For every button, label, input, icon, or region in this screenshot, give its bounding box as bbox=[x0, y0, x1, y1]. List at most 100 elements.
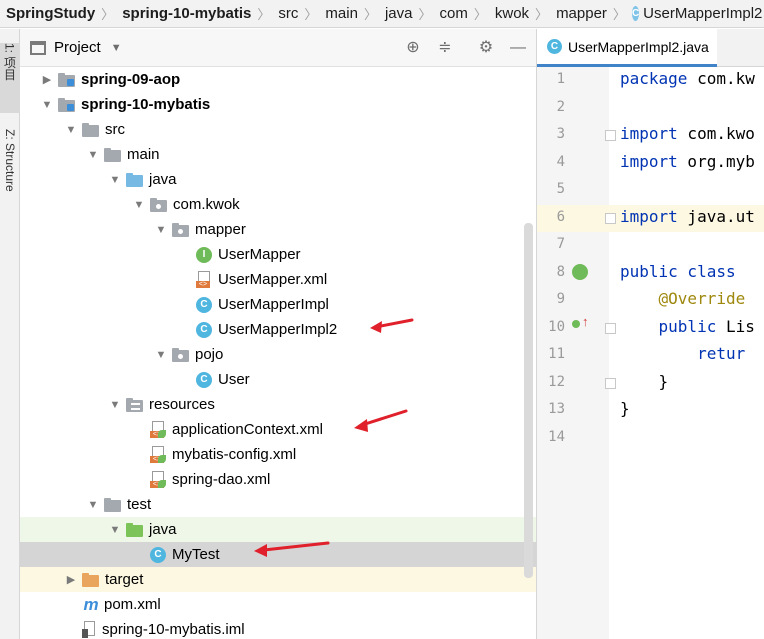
chevron-down-icon[interactable]: ▼ bbox=[154, 349, 168, 361]
override-arrow-icon: ↑ bbox=[582, 314, 589, 329]
code-line[interactable]: public class bbox=[620, 262, 745, 281]
tree-item[interactable]: <> applicationContext.xml bbox=[20, 417, 536, 442]
tree-item[interactable]: ▼ mapper bbox=[20, 217, 536, 242]
code-line[interactable]: import java.ut bbox=[620, 207, 755, 226]
breadcrumb-item[interactable]: UserMapperImpl2 bbox=[641, 5, 764, 22]
package-icon bbox=[172, 222, 190, 238]
breadcrumb-separator-icon: 〉 bbox=[473, 7, 487, 22]
tree-item[interactable]: <> mybatis-config.xml bbox=[20, 442, 536, 467]
breadcrumb-item[interactable]: java bbox=[379, 5, 417, 22]
code-line[interactable]: public Lis bbox=[620, 317, 755, 336]
line-number: 10 bbox=[548, 318, 565, 335]
tree-item[interactable]: ▼ java bbox=[20, 167, 536, 192]
chevron-down-icon[interactable]: ▼ bbox=[108, 174, 122, 186]
tree-item[interactable]: ▶ target bbox=[20, 567, 536, 592]
structure-tool-tab[interactable]: Z: Structure bbox=[0, 129, 20, 239]
maven-icon: m bbox=[83, 594, 99, 614]
fold-marker-icon[interactable] bbox=[605, 377, 616, 389]
line-number: 4 bbox=[556, 153, 565, 170]
tree-item-label: com.kwok bbox=[173, 196, 240, 213]
line-number: 11 bbox=[548, 346, 565, 362]
hide-panel-icon[interactable]: — bbox=[508, 38, 528, 58]
tree-item[interactable]: I UserMapper bbox=[20, 242, 536, 267]
tree-item-label: spring-dao.xml bbox=[172, 471, 271, 488]
breadcrumb-item[interactable]: main bbox=[319, 5, 362, 22]
breadcrumb-separator-icon: 〉 bbox=[304, 7, 318, 22]
fold-marker-icon[interactable] bbox=[605, 130, 616, 141]
tree-item[interactable]: ▼ spring-10-mybatis bbox=[20, 92, 536, 117]
chevron-right-icon[interactable]: ▶ bbox=[64, 573, 78, 586]
chevron-down-icon[interactable]: ▼ bbox=[40, 99, 54, 111]
chevron-down-icon[interactable]: ▼ bbox=[132, 199, 146, 211]
breadcrumb-separator-icon: 〉 bbox=[535, 7, 549, 22]
tool-window-strip: 1: 项目 Z: Structure bbox=[0, 29, 20, 639]
implementation-marker-icon[interactable] bbox=[572, 264, 588, 280]
line-number: 8 bbox=[556, 263, 565, 280]
breadcrumb-item[interactable]: SpringStudy bbox=[0, 5, 99, 22]
package-icon bbox=[172, 347, 190, 363]
tree-item-label: UserMapperImpl bbox=[218, 296, 329, 313]
tree-item[interactable]: C UserMapperImpl2 bbox=[20, 317, 536, 342]
breadcrumb-separator-icon: 〉 bbox=[101, 7, 115, 22]
tree-item[interactable]: ▼ resources bbox=[20, 392, 536, 417]
code-line[interactable]: import com.kwo bbox=[620, 124, 755, 143]
tree-item-label: main bbox=[127, 146, 160, 163]
tree-item[interactable]: spring-10-mybatis.iml bbox=[20, 617, 536, 639]
tree-item-label: mybatis-config.xml bbox=[172, 446, 297, 463]
line-number: 5 bbox=[556, 181, 565, 197]
code-line[interactable]: retur bbox=[620, 344, 745, 363]
breadcrumb-item[interactable]: com bbox=[434, 5, 472, 22]
breadcrumb-item[interactable]: spring-10-mybatis bbox=[116, 5, 255, 22]
tree-item-label: UserMapper bbox=[218, 246, 301, 263]
tree-item[interactable]: <> UserMapper.xml bbox=[20, 267, 536, 292]
chevron-down-icon[interactable]: ▼ bbox=[111, 42, 122, 54]
breadcrumb-item[interactable]: mapper bbox=[550, 5, 611, 22]
tree-item[interactable]: ▼ main bbox=[20, 142, 536, 167]
code-line[interactable]: } bbox=[620, 399, 630, 418]
breadcrumb-item[interactable]: kwok bbox=[489, 5, 533, 22]
project-panel-title[interactable]: Project bbox=[54, 39, 101, 56]
tree-item[interactable]: <> spring-dao.xml bbox=[20, 467, 536, 492]
fold-marker-icon[interactable] bbox=[605, 322, 616, 334]
tree-item-label: spring-10-mybatis bbox=[81, 96, 211, 113]
breadcrumb: SpringStudy 〉 spring-10-mybatis 〉 src 〉 main 〉 j… bbox=[0, 0, 764, 28]
breadcrumb-separator-icon: 〉 bbox=[363, 7, 377, 22]
locate-icon[interactable]: ⊕ bbox=[403, 38, 423, 58]
annotation-arrow-3 bbox=[254, 541, 330, 557]
breadcrumb-item[interactable]: src bbox=[272, 5, 302, 22]
gear-icon[interactable]: ⚙ bbox=[476, 38, 496, 58]
editor-tab-usermapperimpl2[interactable]: C UserMapperImpl2.java bbox=[537, 29, 717, 67]
source-folder-icon bbox=[126, 172, 144, 188]
chevron-down-icon[interactable]: ▼ bbox=[108, 399, 122, 411]
project-tool-tab[interactable]: 1: 项目 bbox=[0, 43, 20, 113]
tree-item[interactable]: C User bbox=[20, 367, 536, 392]
tree-item-label: mapper bbox=[195, 221, 246, 238]
tree-item[interactable]: ▼ src bbox=[20, 117, 536, 142]
chevron-down-icon[interactable]: ▼ bbox=[86, 149, 100, 161]
chevron-down-icon[interactable]: ▼ bbox=[64, 124, 78, 136]
tree-item[interactable]: C UserMapperImpl bbox=[20, 292, 536, 317]
code-line[interactable]: import org.myb bbox=[620, 152, 755, 171]
module-folder-icon bbox=[58, 97, 76, 113]
tree-item[interactable]: m pom.xml bbox=[20, 592, 536, 617]
collapse-all-icon[interactable]: ≑ bbox=[435, 38, 455, 58]
code-line[interactable]: @Override bbox=[620, 289, 746, 308]
tree-item[interactable]: ▶ spring-09-aop bbox=[20, 67, 536, 92]
override-marker-icon[interactable] bbox=[572, 320, 580, 328]
code-line[interactable]: package com.kw bbox=[620, 69, 755, 88]
chevron-down-icon[interactable]: ▼ bbox=[86, 499, 100, 511]
chevron-right-icon[interactable]: ▶ bbox=[40, 73, 54, 86]
code-line[interactable]: } bbox=[620, 372, 669, 391]
resources-folder-icon bbox=[126, 397, 144, 413]
tree-item-label: pojo bbox=[195, 346, 224, 363]
line-number: 12 bbox=[548, 373, 565, 390]
chevron-down-icon[interactable]: ▼ bbox=[154, 224, 168, 236]
tree-scrollbar[interactable] bbox=[524, 223, 533, 578]
structure-tool-tab-label: Z: Structure bbox=[3, 129, 17, 192]
chevron-down-icon[interactable]: ▼ bbox=[108, 524, 122, 536]
tree-item[interactable]: ▼ pojo bbox=[20, 342, 536, 367]
tree-item[interactable]: ▼ com.kwok bbox=[20, 192, 536, 217]
tree-item[interactable]: ▼ test bbox=[20, 492, 536, 517]
fold-marker-icon[interactable] bbox=[605, 212, 616, 224]
annotation-arrow-1 bbox=[370, 318, 414, 333]
